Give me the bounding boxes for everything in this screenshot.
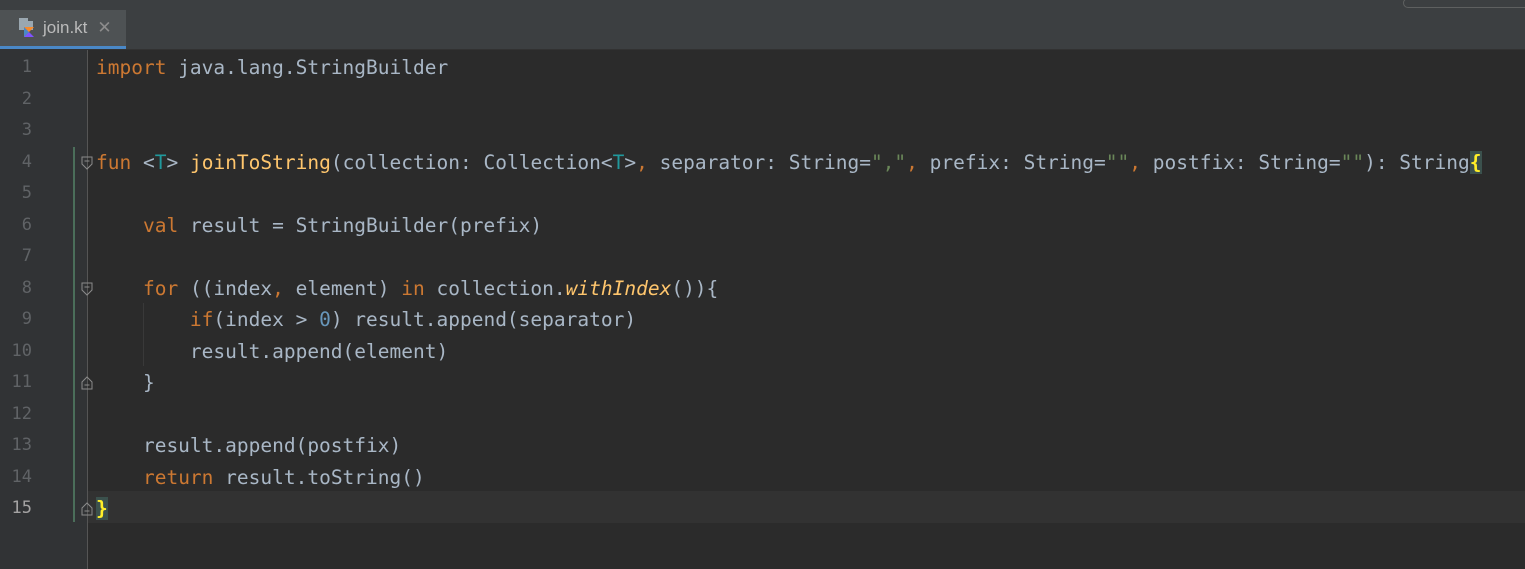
line-number: 12: [11, 403, 32, 424]
scope-indicator: [73, 147, 75, 522]
code-line-9[interactable]: if(index > 0) result.append(separator): [96, 304, 636, 336]
fold-close-icon[interactable]: [81, 501, 93, 516]
code-line-10[interactable]: result.append(element): [96, 336, 448, 368]
close-icon[interactable]: ✕: [97, 19, 111, 37]
matched-brace: {: [1469, 150, 1482, 174]
line-number: 13: [11, 435, 32, 455]
string-token: "": [1340, 150, 1365, 174]
code-text: prefix: String=: [917, 150, 1106, 174]
code-text: collection.: [424, 276, 566, 300]
line-number: 9: [21, 309, 32, 329]
extension-function-token: withIndex: [565, 276, 672, 300]
code-line-13[interactable]: result.append(postfix): [96, 430, 401, 462]
fold-close-icon[interactable]: [81, 375, 93, 390]
code-text: result.toString(): [213, 465, 425, 489]
code-line-14[interactable]: return result.toString(): [96, 462, 425, 494]
line-number: 11: [11, 372, 32, 392]
editor-tab-bar: join.kt ✕: [0, 0, 1525, 50]
line-number: 10: [11, 340, 32, 361]
comma-token: ,: [636, 150, 648, 174]
keyword-token: import: [96, 56, 167, 79]
keyword-token: return: [142, 465, 214, 489]
line-number: 2: [21, 88, 32, 109]
line-number: 14: [11, 466, 32, 487]
kotlin-file-icon: [18, 17, 38, 39]
code-text: (collection: Collection<: [330, 150, 613, 174]
code-text: ((index: [178, 276, 273, 300]
comma-token: ,: [1129, 150, 1141, 174]
code-text: ) result.append(separator): [330, 308, 637, 331]
code-text: separator: String=: [647, 150, 871, 174]
string-token: ",": [870, 150, 907, 174]
code-line-15[interactable]: }: [96, 493, 108, 525]
code-text: >: [166, 150, 190, 174]
code-text: (index >: [213, 308, 320, 331]
code-editor[interactable]: 1 2 3 4 5 6 7 8 9 10 11 12 13 14 15 impo…: [0, 50, 1525, 569]
comma-token: ,: [906, 150, 918, 174]
keyword-token: if: [189, 308, 214, 331]
line-number: 3: [21, 120, 32, 140]
code-text: postfix: String=: [1141, 150, 1341, 174]
fold-open-icon[interactable]: [81, 155, 93, 170]
string-token: "": [1105, 150, 1130, 174]
code-text: ()){: [671, 276, 719, 300]
comma-token: ,: [272, 276, 284, 300]
line-number: 8: [21, 277, 32, 298]
code-text: >: [624, 150, 637, 174]
current-line-highlight: [88, 491, 1525, 523]
code-line-4[interactable]: fun <T> joinToString(collection: Collect…: [96, 147, 1482, 179]
toolbar-edge: [1403, 0, 1525, 8]
type-param-token: T: [154, 150, 167, 174]
code-line-11[interactable]: }: [96, 367, 155, 399]
keyword-token: for: [142, 276, 179, 300]
function-name-token: joinToString: [189, 150, 331, 174]
tab-join-kt[interactable]: join.kt ✕: [0, 10, 126, 49]
code-text: ): String: [1364, 150, 1470, 174]
line-number: 4: [21, 151, 32, 172]
keyword-token: in: [401, 276, 425, 300]
matched-brace: }: [96, 497, 108, 520]
tab-label: join.kt: [43, 18, 88, 37]
code-line-6[interactable]: val result = StringBuilder(prefix): [96, 210, 542, 242]
line-number-current: 15: [11, 498, 32, 518]
code-text: element): [283, 276, 402, 300]
code-line-1[interactable]: import java.lang.StringBuilder: [96, 52, 448, 84]
line-number: 7: [21, 246, 32, 266]
code-text: <: [142, 150, 155, 174]
line-number: 5: [21, 183, 32, 203]
line-number: 6: [21, 214, 32, 235]
number-token: 0: [319, 308, 331, 331]
fold-open-icon[interactable]: [81, 281, 93, 296]
keyword-token: val: [142, 213, 179, 237]
code-text: result = StringBuilder(prefix): [178, 213, 543, 237]
line-number: 1: [21, 57, 32, 77]
type-param-token: T: [612, 150, 625, 174]
keyword-token: fun: [96, 150, 132, 174]
code-text: java.lang.StringBuilder: [166, 56, 449, 79]
code-line-8[interactable]: for ((index, element) in collection.with…: [96, 273, 718, 305]
